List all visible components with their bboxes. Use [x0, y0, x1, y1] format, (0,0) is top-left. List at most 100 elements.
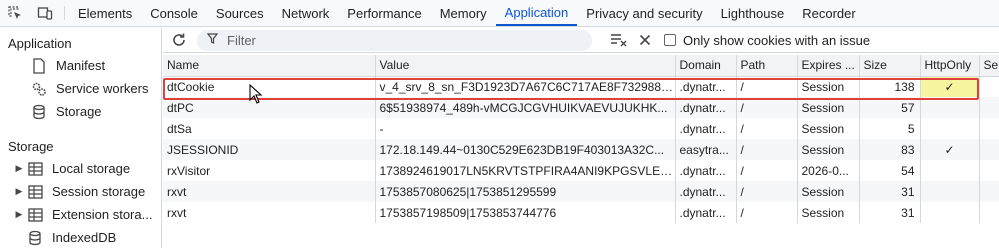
- device-toolbar-icon[interactable]: [30, 0, 60, 26]
- checkbox-box[interactable]: [664, 34, 676, 46]
- tab-performance[interactable]: Performance: [338, 0, 430, 26]
- sidebar-item-label: Extension stora...: [52, 207, 153, 222]
- cell-size: 5: [859, 118, 921, 139]
- cell-secure: [979, 118, 999, 139]
- cell-path: /: [736, 118, 798, 139]
- cell-size: 83: [859, 139, 921, 160]
- clear-filtered-cookies-button[interactable]: [606, 28, 632, 52]
- cell-expires: Session: [797, 202, 860, 223]
- cell-expires: Session: [797, 118, 860, 139]
- cell-expires: Session: [797, 76, 860, 97]
- cell-name: dtCookie: [163, 76, 376, 97]
- cell-value: 1753857080625|1753851295599: [375, 181, 676, 202]
- table-header-row: Name Value Domain Path Expires ... Size …: [163, 55, 999, 77]
- cell-domain: .dynatr...: [675, 118, 737, 139]
- cell-domain: .dynatr...: [675, 181, 737, 202]
- cell-size: 54: [859, 160, 921, 181]
- refresh-button[interactable]: [166, 28, 192, 52]
- cell-path: /: [736, 139, 798, 160]
- filter-input[interactable]: [227, 32, 567, 48]
- cell-expires: Session: [797, 181, 860, 202]
- tab-privacy-and-security[interactable]: Privacy and security: [577, 0, 711, 26]
- cell-name: rxvt: [163, 181, 376, 202]
- tab-recorder[interactable]: Recorder: [793, 0, 864, 26]
- table-row[interactable]: dtCookie v_4_srv_8_sn_F3D1923D7A67C6C717…: [163, 76, 999, 97]
- table-row[interactable]: dtPC 6$51938974_489h-vMCGJCGVHUIKVAEVUJU…: [163, 97, 999, 118]
- sidebar-item-storage[interactable]: Storage: [0, 100, 161, 123]
- cell-name: JSESSIONID: [163, 139, 376, 160]
- cell-path: /: [736, 202, 798, 223]
- expand-arrow-icon[interactable]: ▶: [12, 186, 26, 197]
- tab-elements[interactable]: Elements: [69, 0, 141, 26]
- cell-domain: easytra...: [675, 139, 737, 160]
- sidebar-item-indexeddb[interactable]: IndexedDB: [0, 226, 161, 248]
- cell-value: -: [375, 118, 676, 139]
- sidebar-heading-storage: Storage: [8, 138, 54, 154]
- tab-sources[interactable]: Sources: [207, 0, 273, 26]
- cell-name: rxVisitor: [163, 160, 376, 181]
- only-issues-checkbox[interactable]: Only show cookies with an issue: [664, 33, 870, 48]
- cell-httponly: ✓: [920, 76, 980, 97]
- column-header-name[interactable]: Name: [163, 55, 376, 77]
- delete-cookie-button[interactable]: [632, 28, 658, 52]
- cell-domain: .dynatr...: [675, 160, 737, 181]
- cell-secure: [979, 139, 999, 160]
- sidebar-item-label: Storage: [56, 104, 102, 119]
- cell-value: 1753857198509|1753853744776: [375, 202, 676, 223]
- column-header-httponly[interactable]: HttpOnly: [920, 55, 980, 77]
- expand-arrow-icon[interactable]: ▶: [12, 209, 26, 220]
- only-issues-label: Only show cookies with an issue: [683, 32, 871, 48]
- table-row[interactable]: dtSa - .dynatr... / Session 5: [163, 118, 999, 139]
- tab-lighthouse[interactable]: Lighthouse: [712, 0, 794, 26]
- tab-console[interactable]: Console: [141, 0, 207, 26]
- sidebar-item-label: IndexedDB: [52, 230, 117, 245]
- sidebar-item-label: Service workers: [56, 81, 149, 96]
- column-header-secure[interactable]: Se: [979, 55, 999, 77]
- cell-httponly: [920, 118, 980, 139]
- tab-application[interactable]: Application: [495, 0, 578, 26]
- filter-field[interactable]: [197, 29, 592, 51]
- tab-network[interactable]: Network: [273, 0, 339, 26]
- cell-size: 138: [859, 76, 921, 97]
- column-header-value[interactable]: Value: [375, 55, 676, 77]
- sidebar-item-service-workers[interactable]: Service workers: [0, 77, 161, 100]
- sidebar-item-extension-storage[interactable]: ▶ Extension stora...: [0, 203, 161, 226]
- table-row[interactable]: JSESSIONID 172.18.149.44~0130C529E623DB1…: [163, 139, 999, 160]
- sidebar-item-manifest[interactable]: Manifest: [0, 54, 161, 77]
- cell-httponly: [920, 160, 980, 181]
- cell-httponly: ✓: [920, 139, 980, 160]
- sidebar-item-session-storage[interactable]: ▶ Session storage: [0, 180, 161, 203]
- cell-httponly: [920, 181, 980, 202]
- database-icon: [30, 103, 48, 121]
- cell-size: 31: [859, 202, 921, 223]
- cell-value: 172.18.149.44~0130C529E623DB19F403013A32…: [375, 139, 676, 160]
- cell-domain: .dynatr...: [675, 97, 737, 118]
- cell-domain: .dynatr...: [675, 76, 737, 97]
- tab-memory[interactable]: Memory: [431, 0, 496, 26]
- database-icon: [26, 229, 44, 247]
- column-header-domain[interactable]: Domain: [675, 55, 737, 77]
- cell-path: /: [736, 160, 798, 181]
- cell-path: /: [736, 181, 798, 202]
- sidebar-item-label: Session storage: [52, 184, 146, 199]
- gears-icon: [30, 80, 48, 98]
- toolbar-divider: [64, 6, 65, 20]
- cell-name: dtSa: [163, 118, 376, 139]
- cell-value: 1738924619017LN5KRVTSTPFIRA4ANI9KPGSVLE0…: [375, 160, 676, 181]
- table-row[interactable]: rxvt 1753857198509|1753853744776 .dynatr…: [163, 202, 999, 223]
- column-header-expires[interactable]: Expires ...: [797, 55, 860, 77]
- column-header-path[interactable]: Path: [736, 55, 798, 77]
- cell-domain: .dynatr...: [675, 202, 737, 223]
- cell-secure: [979, 76, 999, 97]
- column-header-size[interactable]: Size: [859, 55, 921, 77]
- expand-arrow-icon[interactable]: ▶: [12, 163, 26, 174]
- application-sidebar: Application Manifest Service workers Sto…: [0, 28, 162, 248]
- table-row[interactable]: rxvt 1753857080625|1753851295599 .dynatr…: [163, 181, 999, 202]
- inspect-element-icon[interactable]: [0, 0, 30, 26]
- funnel-icon: [206, 33, 221, 47]
- table-row[interactable]: rxVisitor 1738924619017LN5KRVTSTPFIRA4AN…: [163, 160, 999, 181]
- refresh-icon: [173, 33, 185, 46]
- sidebar-item-local-storage[interactable]: ▶ Local storage: [0, 157, 161, 180]
- cell-path: /: [736, 97, 798, 118]
- cell-secure: [979, 97, 999, 118]
